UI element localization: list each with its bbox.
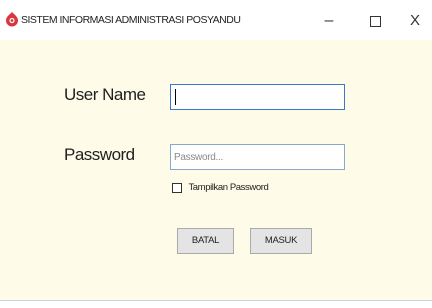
- title-bar[interactable]: SISTEM INFORMASI ADMINISTRASI POSYANDU –…: [0, 0, 432, 40]
- cancel-button[interactable]: BATAL: [177, 228, 234, 254]
- maximize-icon: [369, 16, 381, 27]
- maximize-button[interactable]: [362, 8, 388, 34]
- show-password-checkbox[interactable]: Tampilkan Password: [172, 179, 269, 195]
- username-label: User Name: [64, 85, 146, 104]
- password-label: Password: [64, 145, 135, 164]
- close-button[interactable]: X: [402, 8, 428, 34]
- login-button[interactable]: MASUK: [250, 228, 312, 254]
- show-password-label[interactable]: Tampilkan Password: [188, 182, 268, 193]
- minimize-button[interactable]: –: [316, 8, 342, 34]
- checkbox-box[interactable]: [172, 182, 182, 193]
- text-caret: [175, 89, 176, 105]
- window-title: SISTEM INFORMASI ADMINISTRASI POSYANDU: [21, 14, 241, 26]
- password-input[interactable]: [170, 144, 345, 170]
- app-logo-icon: [6, 12, 18, 27]
- login-window: SISTEM INFORMASI ADMINISTRASI POSYANDU –…: [0, 0, 432, 300]
- username-input[interactable]: [170, 84, 345, 110]
